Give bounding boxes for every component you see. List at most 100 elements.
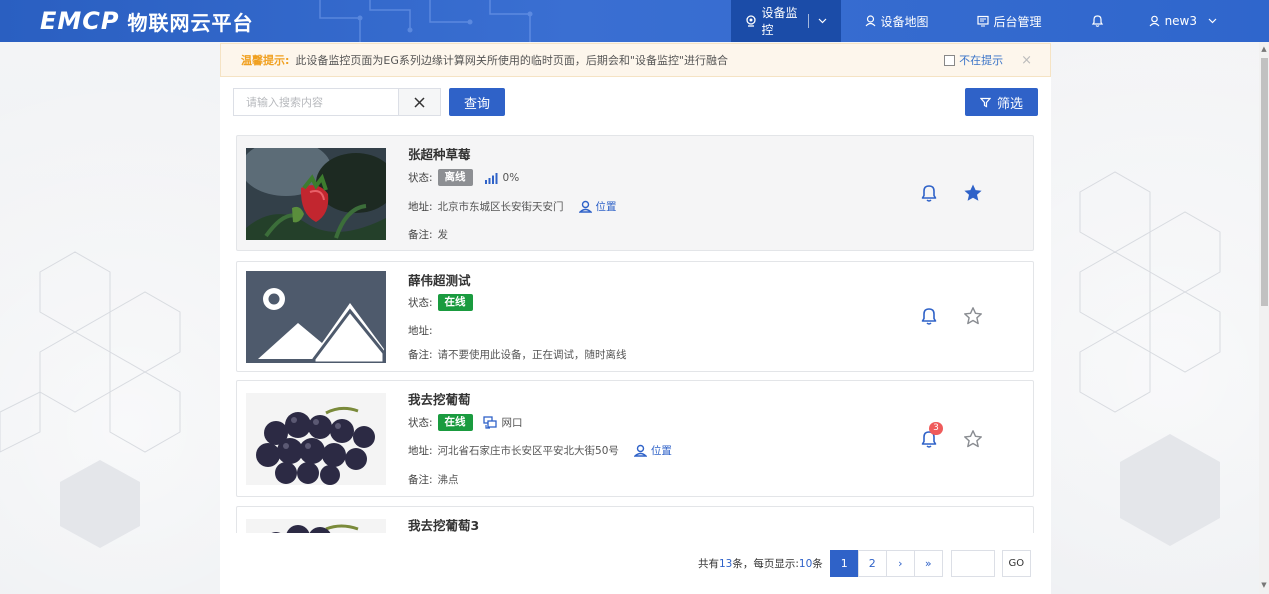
remark-row: 备注: 沸点 — [408, 472, 459, 487]
dont-show-label: 不在提示 — [959, 54, 1004, 67]
favorite-button[interactable] — [963, 306, 983, 329]
query-button[interactable]: 查询 — [449, 88, 505, 116]
device-list: 张超种草莓 状态: 离线 0% 地址: 北京市东城区长安街天安门 位置 备注: … — [236, 135, 1034, 533]
filter-icon — [979, 97, 991, 107]
location-link-label: 位置 — [650, 445, 672, 457]
notice-bar: 温馨提示: 此设备监控页面为EG系列边缘计算网关所使用的临时页面，后期会和"设备… — [220, 43, 1051, 77]
address-value: 河北省石家庄市长安区平安北大街50号 — [437, 445, 619, 457]
location-user-icon — [578, 200, 592, 213]
status-row: 状态: 离线 0% — [408, 169, 519, 186]
logo-brand: EMCP — [40, 7, 120, 35]
location-link[interactable]: 位置 — [578, 199, 617, 214]
device-card[interactable]: 我去挖葡萄 状态: 在线 网口 地址: 河北省石家庄市长安区平安北大街50号 位… — [236, 380, 1034, 497]
device-image-strawberry — [246, 148, 386, 240]
notice-title: 温馨提示: — [241, 54, 290, 67]
page-button-2[interactable]: 2 — [857, 549, 887, 577]
nav-device-monitor[interactable]: 设备监控 — [730, 0, 841, 42]
signal-icon — [484, 172, 498, 184]
nav-label: 设备地图 — [880, 14, 929, 29]
address-row: 地址: 河北省石家庄市长安区平安北大街50号 位置 — [408, 443, 672, 458]
bell-icon — [1091, 15, 1103, 27]
pagination-info: 共有13条，每页显示:10条 — [698, 556, 823, 571]
user-pin-icon — [865, 15, 875, 27]
chevron-down-icon[interactable] — [818, 18, 827, 24]
location-user-icon — [633, 444, 647, 457]
top-header: EMCP 物联网云平台 设备监控 设备地图 后台管理 new3 — [0, 0, 1269, 42]
username: new3 — [1164, 14, 1197, 28]
favorite-button[interactable] — [963, 183, 983, 206]
page-jump-input[interactable] — [950, 549, 995, 577]
filter-button[interactable]: 筛选 — [965, 88, 1038, 116]
status-label: 状态: — [408, 297, 433, 309]
close-icon — [414, 96, 425, 108]
page-scrollbar[interactable]: ▲ ▼ — [1259, 42, 1269, 594]
nav-user-menu[interactable]: new3 — [1129, 0, 1269, 42]
address-label: 地址: — [408, 445, 433, 457]
nav-label: 后台管理 — [993, 14, 1042, 29]
main-nav: 设备监控 设备地图 后台管理 new3 — [730, 0, 1269, 42]
alarm-bell-button[interactable] — [920, 183, 938, 206]
location-link[interactable]: 位置 — [633, 443, 672, 458]
device-name[interactable]: 我去挖葡萄3 — [408, 515, 479, 533]
star-filled-icon — [964, 184, 982, 201]
address-row: 地址: — [408, 323, 438, 338]
last-page-button[interactable]: » — [913, 549, 943, 577]
next-page-button[interactable]: › — [885, 549, 915, 577]
page-button-1[interactable]: 1 — [829, 549, 859, 577]
status-badge: 在线 — [437, 294, 473, 311]
alarm-bell-button[interactable] — [920, 306, 938, 329]
remark-value: 沸点 — [437, 474, 459, 486]
remark-row: 备注: 发 — [408, 227, 448, 242]
device-image-placeholder — [246, 271, 386, 363]
per-page-suffix: 条 — [812, 557, 823, 570]
search-input[interactable] — [234, 89, 399, 115]
nav-divider — [807, 14, 809, 28]
alarm-count-badge: 3 — [929, 422, 943, 435]
logo[interactable]: EMCP 物联网云平台 — [40, 7, 253, 35]
nav-admin[interactable]: 后台管理 — [953, 0, 1066, 42]
nav-label: 设备监控 — [761, 6, 798, 37]
chevron-down-icon — [1208, 18, 1217, 24]
status-badge: 在线 — [437, 414, 473, 431]
per-page-count: 10 — [798, 557, 813, 570]
bell-icon — [921, 185, 937, 202]
device-card[interactable]: 张超种草莓 状态: 离线 0% 地址: 北京市东城区长安街天安门 位置 备注: … — [236, 135, 1034, 251]
remark-value: 请不要使用此设备，正在调试，随时离线 — [437, 349, 627, 361]
close-icon[interactable]: × — [1021, 53, 1032, 68]
scrollbar-thumb[interactable] — [1261, 58, 1268, 306]
favorite-button[interactable] — [963, 429, 983, 452]
scroll-up-arrow[interactable]: ▲ — [1260, 44, 1268, 54]
device-name[interactable]: 我去挖葡萄 — [408, 389, 471, 408]
alarm-bell-button[interactable]: 3 — [920, 422, 943, 452]
scroll-down-arrow[interactable]: ▼ — [1260, 580, 1268, 590]
address-row: 地址: 北京市东城区长安街天安门 位置 — [408, 199, 617, 214]
nav-notifications[interactable] — [1066, 0, 1129, 42]
total-prefix: 共有 — [698, 557, 719, 570]
status-row: 状态: 在线 网口 — [408, 414, 523, 431]
checkbox-box[interactable] — [944, 54, 956, 66]
nav-device-map[interactable]: 设备地图 — [841, 0, 953, 42]
device-image-grapes — [246, 519, 386, 533]
filter-label: 筛选 — [996, 96, 1023, 112]
clear-search-button[interactable] — [398, 89, 440, 115]
query-label: 查询 — [463, 96, 490, 112]
star-outline-icon — [964, 430, 982, 448]
address-label: 地址: — [408, 325, 433, 337]
go-button[interactable]: GO — [1001, 549, 1031, 577]
location-link-label: 位置 — [595, 201, 617, 213]
monitor-icon — [745, 15, 756, 27]
bell-icon — [921, 308, 937, 325]
ethernet-icon — [482, 416, 497, 429]
admin-panel-icon — [976, 15, 989, 27]
signal-value: 0% — [502, 171, 520, 184]
remark-row: 备注: 请不要使用此设备，正在调试，随时离线 — [408, 347, 627, 362]
remark-value: 发 — [437, 229, 449, 241]
device-name[interactable]: 张超种草莓 — [408, 144, 471, 163]
device-name[interactable]: 薛伟超测试 — [408, 270, 471, 289]
device-card[interactable]: 薛伟超测试 状态: 在线 地址: 备注: 请不要使用此设备，正在调试，随时离线 — [236, 261, 1034, 372]
total-count: 13 — [719, 557, 733, 570]
address-value: 北京市东城区长安街天安门 — [437, 201, 564, 213]
dont-show-checkbox[interactable]: 不在提示 — [944, 52, 1003, 68]
device-card[interactable]: 我去挖葡萄3 — [236, 506, 1034, 533]
user-icon — [1149, 15, 1160, 27]
